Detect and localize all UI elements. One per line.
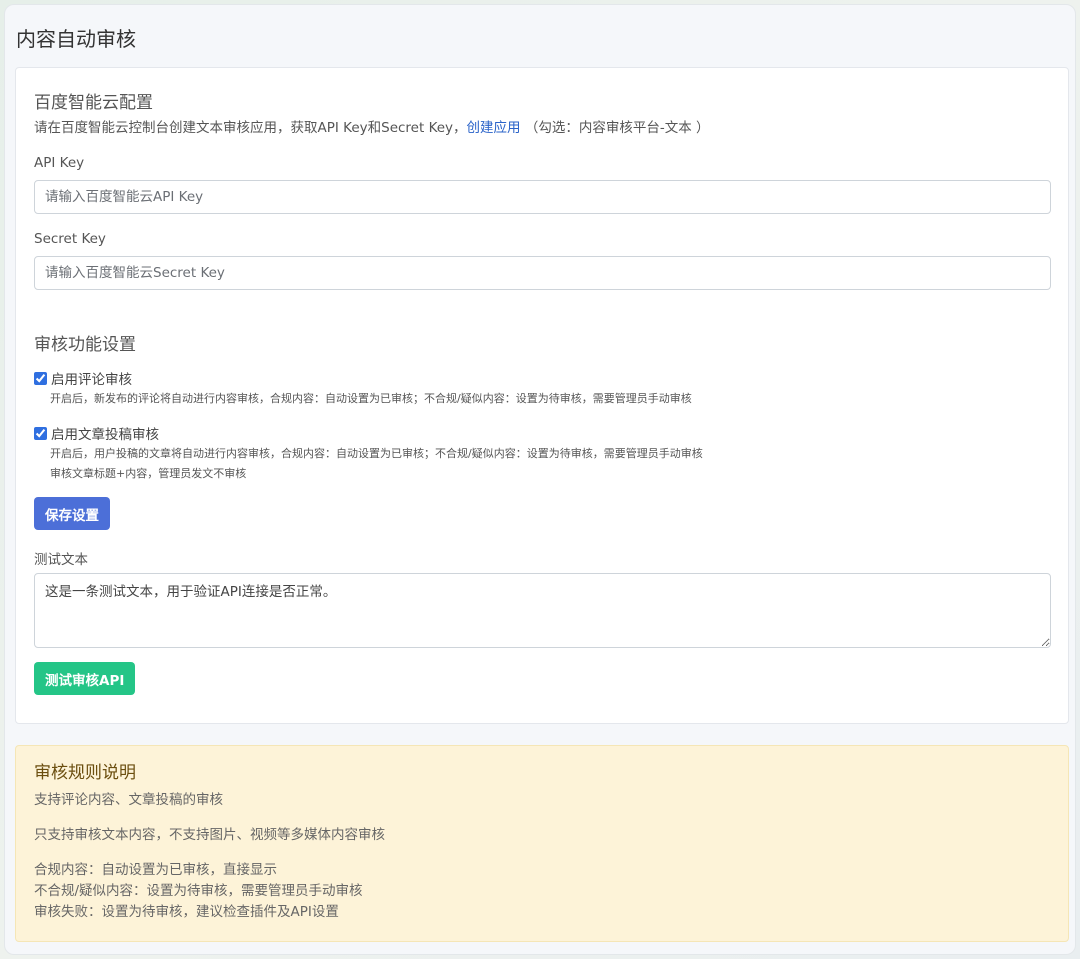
post-review-toggle[interactable]: 启用文章投稿审核 [34, 423, 159, 443]
api-key-label: API Key [34, 155, 85, 171]
post-review-label: 启用文章投稿审核 [51, 427, 159, 443]
rules-notice: 审核规则说明 支持评论内容、文章投稿的审核 只支持审核文本内容，不支持图片、视频… [15, 745, 1069, 942]
desc-text-before: 请在百度智能云控制台创建文本审核应用，获取API Key和Secret Key， [34, 120, 467, 136]
api-key-input[interactable] [34, 180, 1051, 214]
comment-review-checkbox[interactable] [34, 371, 47, 385]
secret-key-input[interactable] [34, 256, 1051, 290]
test-text-area[interactable] [34, 573, 1051, 648]
rules-title: 审核规则说明 [34, 763, 136, 783]
comment-review-toggle[interactable]: 启用评论审核 [34, 368, 132, 388]
save-settings-button[interactable]: 保存设置 [34, 497, 110, 530]
page-title: 内容自动审核 [16, 27, 136, 51]
rules-line-3: 合规内容：自动设置为已审核，直接显示 [34, 862, 277, 878]
create-app-link[interactable]: 创建应用 [467, 120, 521, 136]
rules-line-4: 不合规/疑似内容：设置为待审核，需要管理员手动审核 [34, 883, 363, 899]
secret-key-label: Secret Key [34, 231, 106, 247]
desc-text-after: （勾选：内容审核平台-文本 ） [520, 120, 710, 136]
post-review-hint-2: 审核文章标题+内容，管理员发文不审核 [50, 467, 247, 480]
app-window: 内容自动审核 百度智能云配置 请在百度智能云控制台创建文本审核应用，获取API … [4, 4, 1076, 955]
rules-line-1: 支持评论内容、文章投稿的审核 [34, 792, 223, 808]
features-section-title: 审核功能设置 [34, 335, 136, 355]
config-section-title: 百度智能云配置 [34, 93, 153, 113]
comment-review-label: 启用评论审核 [51, 372, 132, 388]
rules-line-5: 审核失败：设置为待审核，建议检查插件及API设置 [34, 904, 339, 920]
post-review-hint: 开启后，用户投稿的文章将自动进行内容审核，合规内容：自动设置为已审核；不合规/疑… [50, 447, 703, 460]
config-description: 请在百度智能云控制台创建文本审核应用，获取API Key和Secret Key，… [34, 116, 710, 136]
test-text-label: 测试文本 [34, 552, 88, 568]
settings-card: 百度智能云配置 请在百度智能云控制台创建文本审核应用，获取API Key和Sec… [15, 67, 1069, 724]
test-api-button[interactable]: 测试审核API [34, 662, 136, 695]
rules-line-2: 只支持审核文本内容，不支持图片、视频等多媒体内容审核 [34, 827, 385, 843]
comment-review-hint: 开启后，新发布的评论将自动进行内容审核，合规内容：自动设置为已审核；不合规/疑似… [50, 392, 692, 405]
post-review-checkbox[interactable] [34, 426, 47, 440]
